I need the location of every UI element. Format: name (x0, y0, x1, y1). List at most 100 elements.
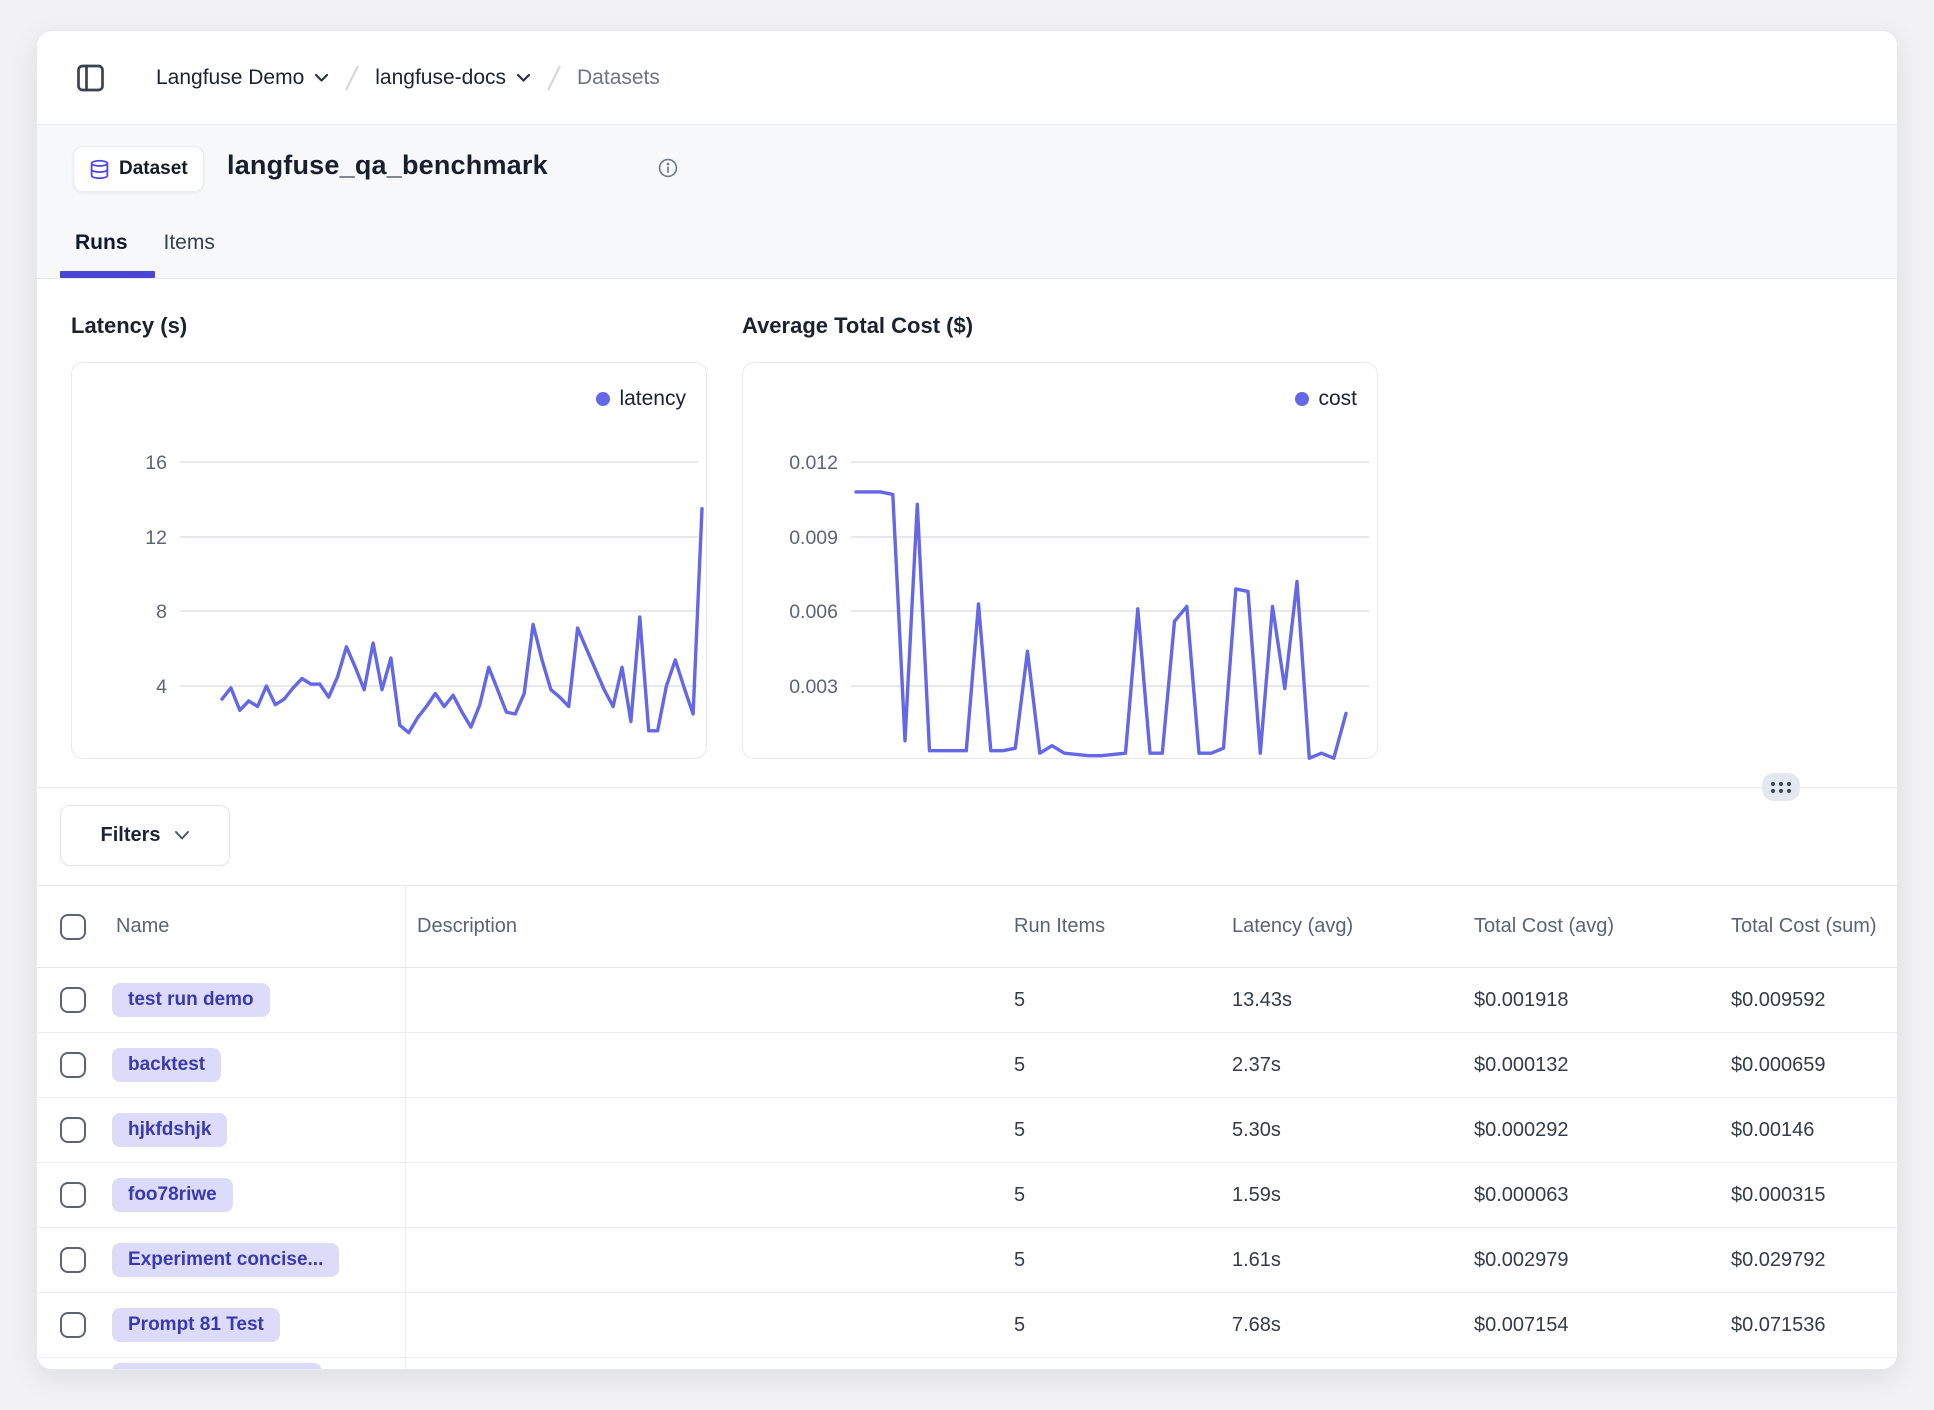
latency-avg-value: 1.61s (1195, 1249, 1437, 1272)
row-checkbox[interactable] (60, 1312, 86, 1338)
drag-dots-icon (1769, 779, 1793, 795)
svg-text:12: 12 (145, 527, 167, 549)
row-checkbox[interactable] (60, 1247, 86, 1273)
tab-bar: Runs Items (75, 231, 215, 255)
latency-avg-value: 7.68s (1195, 1314, 1437, 1337)
breadcrumb-project[interactable]: langfuse-docs (375, 66, 531, 90)
select-all-checkbox[interactable] (60, 914, 86, 940)
total-cost-sum-value: $0.000659 (1694, 1054, 1897, 1077)
page-header: Dataset langfuse_qa_benchmark Runs Items (37, 125, 1897, 279)
legend-dot-icon (596, 392, 610, 406)
total-cost-avg-value: $0.007154 (1437, 1314, 1694, 1337)
chevron-down-icon (174, 830, 190, 841)
cost-chart-title: Average Total Cost ($) (742, 313, 973, 339)
total-cost-avg-value: $0.000292 (1437, 1119, 1694, 1142)
total-cost-avg-value: $0.000132 (1437, 1054, 1694, 1077)
dataset-badge-label: Dataset (119, 158, 188, 180)
app-window: Langfuse Demo langfuse-docs Datasets Dat… (36, 30, 1898, 1370)
total-cost-avg-value: $0.001918 (1437, 989, 1694, 1012)
column-header-total-cost-sum[interactable]: Total Cost (sum) (1694, 915, 1897, 938)
run-name-badge[interactable]: foo78riwe (112, 1178, 233, 1212)
latency-avg-value: 13.43s (1195, 989, 1437, 1012)
row-checkbox[interactable] (60, 1052, 86, 1078)
row-checkbox[interactable] (60, 1182, 86, 1208)
chevron-down-icon (314, 73, 329, 83)
total-cost-sum-value: $0.000315 (1694, 1184, 1897, 1207)
breadcrumb: Langfuse Demo langfuse-docs Datasets (156, 31, 660, 125)
svg-text:0.006: 0.006 (789, 601, 838, 623)
dataset-type-badge: Dataset (73, 146, 204, 192)
table-header-row: Name Description Run Items Latency (avg)… (37, 886, 1897, 968)
run-name-badge[interactable]: test run demo (112, 983, 270, 1017)
run-name-badge[interactable]: Experiment concise... (112, 1243, 339, 1277)
tab-items[interactable]: Items (164, 231, 215, 255)
legend-dot-icon (1295, 392, 1309, 406)
filters-button-label: Filters (100, 824, 160, 847)
column-header-latency-avg[interactable]: Latency (avg) (1195, 915, 1437, 938)
run-items-count: 5 (977, 1314, 1195, 1337)
breadcrumb-project-label: langfuse-docs (375, 66, 506, 90)
sidebar-toggle-icon[interactable] (74, 62, 107, 94)
run-items-count: 5 (977, 1054, 1195, 1077)
top-bar: Langfuse Demo langfuse-docs Datasets (37, 31, 1897, 125)
breadcrumb-page[interactable]: Datasets (577, 66, 660, 90)
resize-handle[interactable] (1762, 773, 1800, 801)
total-cost-avg-value: $0.000063 (1437, 1184, 1694, 1207)
svg-text:8: 8 (156, 601, 167, 623)
active-tab-indicator (60, 271, 155, 278)
cost-legend-label: cost (1318, 387, 1357, 411)
svg-text:16: 16 (145, 452, 167, 474)
section-divider (37, 787, 1897, 788)
latency-legend: latency (596, 387, 686, 411)
table-row[interactable]: hjkfdshjk55.30s$0.000292$0.00146 (37, 1098, 1897, 1163)
cost-chart-card: 0.012 0.009 0.006 0.003 cost (742, 362, 1378, 759)
run-items-count: 5 (977, 1184, 1195, 1207)
svg-text:0.009: 0.009 (789, 527, 838, 549)
run-items-count: 5 (977, 1249, 1195, 1272)
breadcrumb-org[interactable]: Langfuse Demo (156, 66, 329, 90)
column-header-run-items[interactable]: Run Items (977, 915, 1195, 938)
column-header-name[interactable]: Name (112, 915, 405, 938)
table-row[interactable]: test run demo513.43s$0.001918$0.009592 (37, 968, 1897, 1033)
latency-legend-label: latency (619, 387, 686, 411)
cost-chart: 0.012 0.009 0.006 0.003 (743, 363, 1379, 760)
runs-table: Name Description Run Items Latency (avg)… (37, 885, 1897, 1369)
info-icon[interactable] (657, 157, 679, 179)
chevron-down-icon (516, 73, 531, 83)
table-body: test run demo513.43s$0.001918$0.009592ba… (37, 968, 1897, 1358)
breadcrumb-separator (343, 63, 361, 93)
row-checkbox[interactable] (60, 1117, 86, 1143)
column-header-description[interactable]: Description (405, 915, 977, 938)
latency-chart-card: 16 12 8 4 latency (71, 362, 707, 759)
latency-avg-value: 1.59s (1195, 1184, 1437, 1207)
database-icon (89, 159, 110, 180)
page-title: langfuse_qa_benchmark (227, 150, 548, 181)
latency-avg-value: 5.30s (1195, 1119, 1437, 1142)
filters-button[interactable]: Filters (60, 805, 230, 866)
svg-text:0.012: 0.012 (789, 452, 838, 474)
svg-text:4: 4 (156, 676, 167, 698)
latency-avg-value: 2.37s (1195, 1054, 1437, 1077)
run-items-count: 5 (977, 1119, 1195, 1142)
total-cost-sum-value: $0.009592 (1694, 989, 1897, 1012)
svg-text:0.003: 0.003 (789, 676, 838, 698)
row-checkbox[interactable] (60, 987, 86, 1013)
partial-run-name-badge[interactable] (112, 1363, 322, 1370)
column-divider (405, 885, 406, 1369)
total-cost-sum-value: $0.029792 (1694, 1249, 1897, 1272)
tab-runs[interactable]: Runs (75, 231, 128, 255)
breadcrumb-org-label: Langfuse Demo (156, 66, 304, 90)
table-row[interactable]: backtest 52.37s$0.000132$0.000659 (37, 1033, 1897, 1098)
total-cost-avg-value: $0.002979 (1437, 1249, 1694, 1272)
latency-chart-title: Latency (s) (71, 313, 187, 339)
run-name-badge[interactable]: hjkfdshjk (112, 1113, 227, 1147)
run-name-badge[interactable]: backtest (112, 1048, 221, 1082)
table-row[interactable]: Experiment concise... 51.61s$0.002979$0.0… (37, 1228, 1897, 1293)
table-row[interactable]: foo78riwe 51.59s$0.000063$0.000315 (37, 1163, 1897, 1228)
latency-chart: 16 12 8 4 (72, 363, 708, 760)
column-header-total-cost-avg[interactable]: Total Cost (avg) (1437, 915, 1694, 938)
run-name-badge[interactable]: Prompt 81 Test (112, 1308, 280, 1342)
cost-legend: cost (1295, 387, 1357, 411)
total-cost-sum-value: $0.071536 (1694, 1314, 1897, 1337)
table-row[interactable]: Prompt 81 Test 57.68s$0.007154$0.071536 (37, 1293, 1897, 1358)
